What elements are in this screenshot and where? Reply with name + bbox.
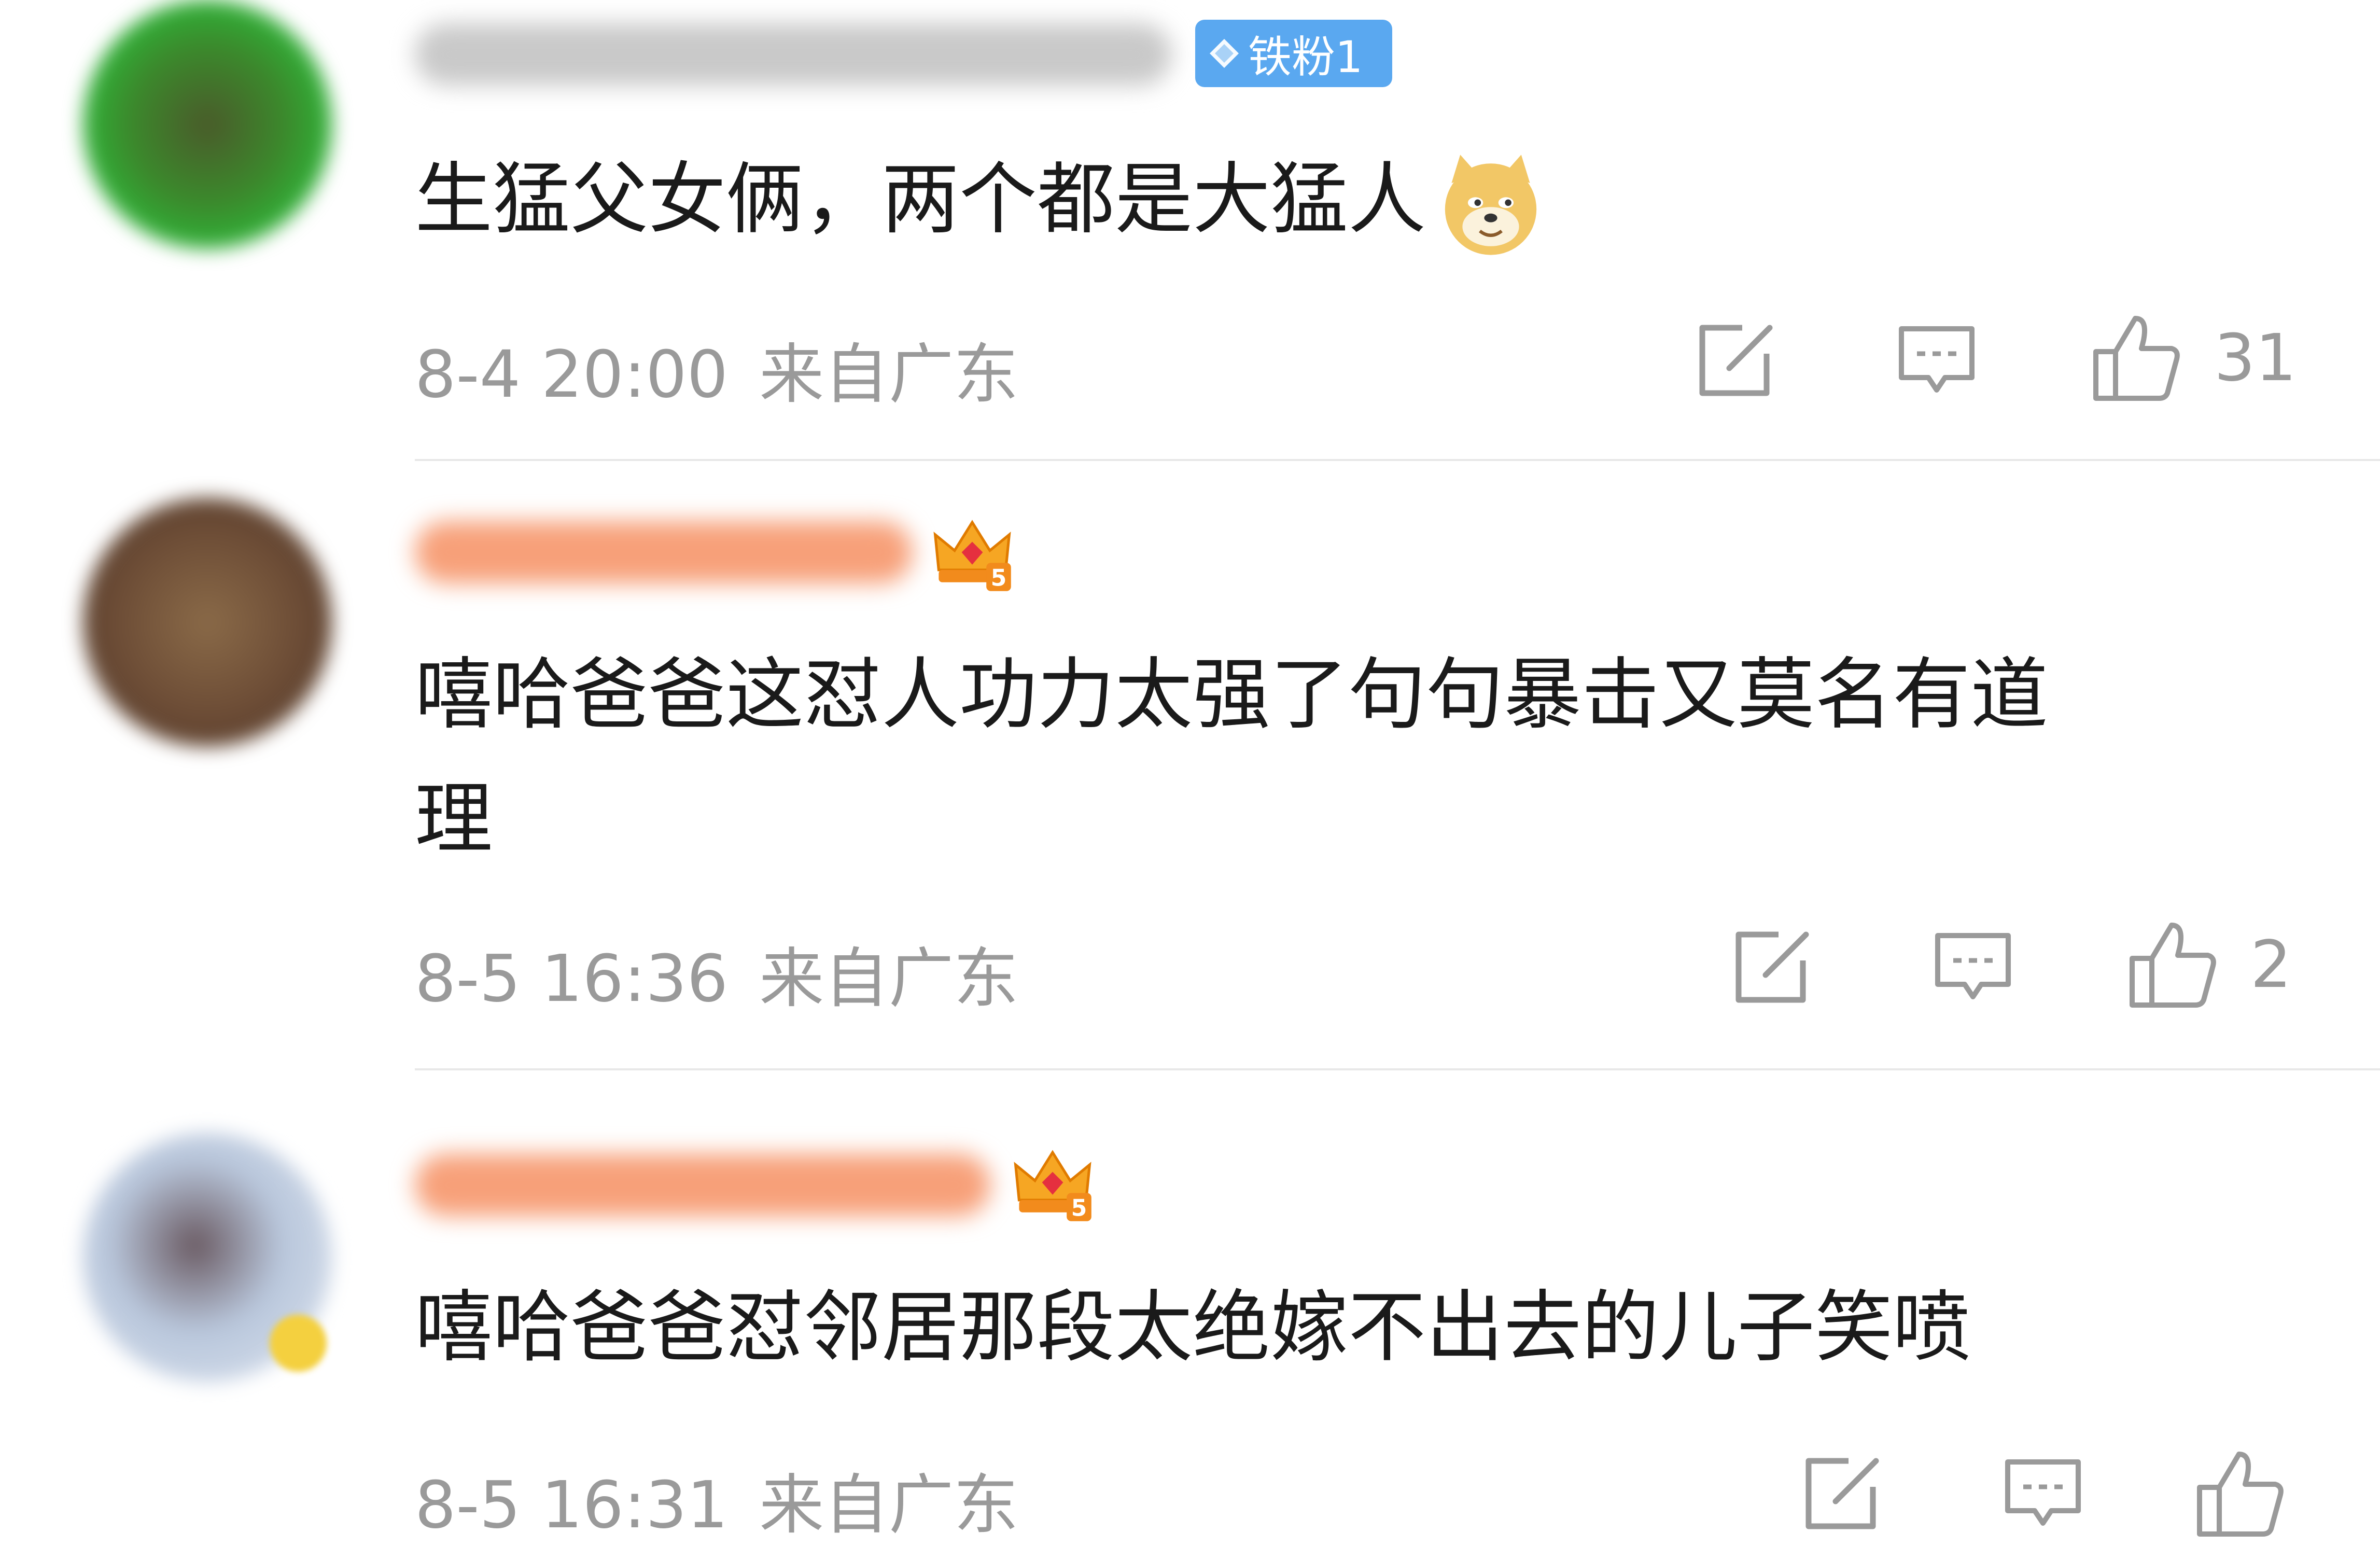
comment-text: 生猛父女俩，两个都是大猛人 <box>415 137 1545 262</box>
comment-item: 铁粉1 生猛父女俩，两个都是大猛人 8-4 20:00 来自广东 31 <box>0 0 2380 467</box>
comment-bubble-icon <box>1935 933 2011 999</box>
repost-icon <box>1805 1458 1879 1529</box>
like-button[interactable]: 31 <box>2090 311 2297 405</box>
repost-icon <box>1735 931 1809 1003</box>
thumbs-up-icon <box>2130 923 2216 1008</box>
reply-button[interactable] <box>1931 928 2014 1006</box>
like-button[interactable]: 2 <box>2126 918 2292 1011</box>
user-avatar[interactable] <box>83 0 332 249</box>
reply-button[interactable] <box>1895 322 1978 399</box>
comment-bubble-icon <box>1899 326 1975 393</box>
user-avatar[interactable] <box>83 498 332 747</box>
reply-button[interactable] <box>2001 1455 2084 1532</box>
repost-button[interactable] <box>1799 1455 1882 1532</box>
username-blurred[interactable] <box>415 23 1172 86</box>
crown-level-5-icon[interactable]: 5 <box>1009 1138 1097 1227</box>
repost-icon <box>1699 325 1773 396</box>
comment-bubble-icon <box>2005 1459 2081 1526</box>
username-blurred[interactable] <box>415 1154 990 1216</box>
comment-meta: 8-5 16:31 来自广东 <box>415 1452 1018 1546</box>
comment-meta: 8-5 16:36 来自广东 <box>415 926 1018 1020</box>
verified-badge-icon <box>270 1315 327 1372</box>
comment-meta: 8-4 20:00 来自广东 <box>415 322 1018 415</box>
comment-time: 8-5 16:36 <box>415 941 729 1016</box>
doge-emoji-icon <box>1445 155 1537 255</box>
thumbs-up-icon <box>2197 1452 2284 1537</box>
thumbs-up-icon <box>2093 316 2180 401</box>
divider <box>415 459 2380 461</box>
svg-text:5: 5 <box>991 565 1007 592</box>
fan-badge[interactable]: 铁粉1 <box>1195 20 1392 87</box>
divider <box>415 1068 2380 1070</box>
comment-location: 来自广东 <box>759 1468 1019 1543</box>
diamond-icon <box>1210 39 1239 68</box>
repost-button[interactable] <box>1729 928 1812 1006</box>
like-count: 31 <box>2214 320 2297 396</box>
comment-location: 来自广东 <box>759 941 1019 1016</box>
crown-level-5-icon[interactable]: 5 <box>928 508 1016 596</box>
like-count: 2 <box>2250 927 2292 1002</box>
like-button[interactable] <box>2193 1447 2318 1540</box>
comment-text: 嘻哈爸爸这怼人功力太强了句句暴击又莫名有道 理 <box>415 650 2049 865</box>
fan-badge-label: 铁粉1 <box>1248 31 1363 82</box>
comment-time: 8-5 16:31 <box>415 1468 729 1543</box>
comment-location: 来自广东 <box>759 337 1019 412</box>
username-blurred[interactable] <box>415 521 913 583</box>
svg-text:5: 5 <box>1071 1195 1087 1222</box>
repost-button[interactable] <box>1693 322 1776 399</box>
comment-text: 嘻哈爸爸怼邻居那段太绝嫁不出去的儿子笑喷 <box>415 1283 1971 1373</box>
comment-time: 8-4 20:00 <box>415 337 729 412</box>
